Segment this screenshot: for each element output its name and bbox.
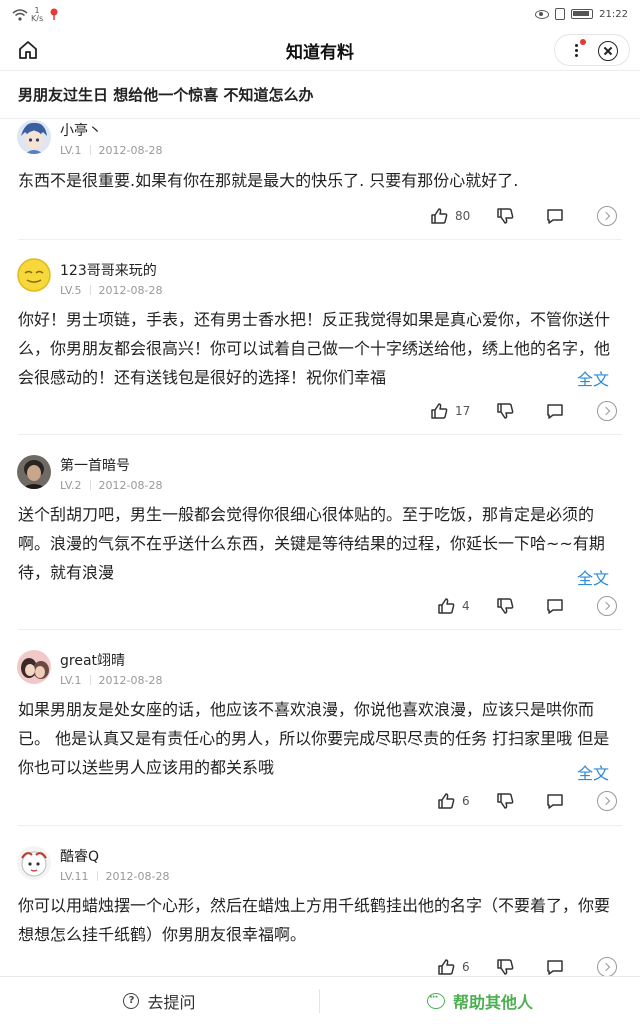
- user-level: LV.2: [60, 479, 82, 492]
- full-text-link[interactable]: 全文: [573, 760, 610, 784]
- user-meta: LV.1 2012-08-28: [60, 674, 162, 687]
- thumbs-down-icon[interactable]: [496, 207, 514, 225]
- clock: 21:22: [599, 8, 628, 20]
- answer-actions: 4: [0, 595, 640, 619]
- thumbs-down-icon[interactable]: [496, 597, 514, 615]
- wifi-icon: [12, 9, 28, 21]
- comment-icon[interactable]: [546, 597, 564, 615]
- answer-text[interactable]: 如果男朋友是处女座的话，他应该不喜欢浪漫，你说他喜欢浪漫，应该只是哄你而已。 他…: [18, 695, 622, 782]
- avatar[interactable]: [17, 455, 51, 489]
- ask-question-button[interactable]: ? 去提问: [0, 977, 319, 1024]
- user-meta: LV.1 2012-08-28: [60, 144, 162, 157]
- like-count: 6: [462, 794, 470, 808]
- text-fade: [503, 364, 573, 390]
- user-level: LV.11: [60, 870, 89, 883]
- avatar[interactable]: [17, 846, 51, 880]
- question-icon: ?: [123, 993, 140, 1009]
- user-level: LV.5: [60, 284, 82, 297]
- answer-text[interactable]: 你可以用蜡烛摆一个心形，然后在蜡烛上方用千纸鹤挂出他的名字（不要着了，你要想想怎…: [18, 891, 622, 949]
- answer-date: 2012-08-28: [98, 284, 163, 297]
- notification-dot: [580, 39, 586, 45]
- close-icon[interactable]: [598, 41, 618, 61]
- vibrate-icon: [555, 8, 566, 20]
- like-count: 4: [462, 599, 470, 613]
- bottom-bar: ? 去提问 帮助其他人: [0, 976, 640, 1024]
- thumbs-up-icon[interactable]: [437, 597, 455, 615]
- chevron-right-icon[interactable]: [597, 206, 617, 226]
- user-meta: LV.5 2012-08-28: [60, 284, 162, 297]
- thumbs-up-icon[interactable]: [437, 958, 455, 976]
- avatar[interactable]: [17, 120, 51, 154]
- divider: [18, 629, 622, 630]
- like-count: 17: [455, 404, 471, 418]
- divider: [0, 70, 640, 71]
- comment-icon[interactable]: [546, 207, 564, 225]
- battery-icon: [571, 9, 594, 19]
- answer-actions: 80: [0, 205, 640, 229]
- answer-date: 2012-08-28: [98, 674, 163, 687]
- location-icon: [50, 8, 58, 20]
- comment-icon[interactable]: [546, 792, 564, 810]
- user-meta: LV.11 2012-08-28: [60, 870, 169, 883]
- answer-date: 2012-08-28: [105, 870, 170, 883]
- comment-icon[interactable]: [546, 402, 564, 420]
- avatar[interactable]: [17, 258, 51, 292]
- full-text-link[interactable]: 全文: [573, 565, 610, 589]
- question-title: 男朋友过生日 想给他一个惊喜 不知道怎么办: [18, 86, 314, 104]
- answer-actions: 17: [0, 400, 640, 424]
- user-meta: LV.2 2012-08-28: [60, 479, 162, 492]
- avatar[interactable]: [17, 650, 51, 684]
- status-bar: 1 K/s 21:22: [0, 0, 640, 30]
- like-count: 6: [462, 960, 470, 974]
- more-icon[interactable]: [573, 42, 579, 60]
- divider: [18, 434, 622, 435]
- help-others-button[interactable]: 帮助其他人: [320, 977, 640, 1024]
- network-speed: 1 K/s: [31, 6, 44, 23]
- eye-comfort-icon: [535, 9, 550, 19]
- chevron-right-icon[interactable]: [597, 791, 617, 811]
- divider: [18, 825, 622, 826]
- full-text-link[interactable]: 全文: [573, 366, 610, 390]
- thumbs-down-icon[interactable]: [496, 402, 514, 420]
- username[interactable]: 第一首暗号: [60, 455, 130, 475]
- username[interactable]: 小亭丶: [60, 120, 102, 140]
- username[interactable]: 123哥哥来玩的: [60, 260, 157, 280]
- divider: [0, 118, 640, 119]
- chevron-right-icon[interactable]: [597, 957, 617, 977]
- comment-icon[interactable]: [546, 958, 564, 976]
- answer-text[interactable]: 送个刮胡刀吧，男生一般都会觉得你很细心很体贴的。至于吃饭，那肯定是必须的啊。浪漫…: [18, 500, 622, 587]
- help-label: 帮助其他人: [452, 993, 533, 1012]
- thumbs-down-icon[interactable]: [496, 792, 514, 810]
- username[interactable]: great翊晴: [60, 650, 125, 670]
- divider: [18, 239, 622, 240]
- username[interactable]: 酷睿Q: [60, 846, 99, 866]
- thumbs-up-icon[interactable]: [430, 207, 448, 225]
- like-count: 80: [455, 209, 471, 223]
- user-level: LV.1: [60, 674, 82, 687]
- page-title: 知道有料: [286, 43, 354, 63]
- ask-label: 去提问: [147, 993, 196, 1012]
- app-header: 知道有料: [0, 30, 640, 70]
- answer-date: 2012-08-28: [98, 144, 163, 157]
- thumbs-down-icon[interactable]: [496, 958, 514, 976]
- answer-actions: 6: [0, 790, 640, 814]
- chat-icon: [426, 992, 445, 1009]
- chevron-right-icon[interactable]: [597, 401, 617, 421]
- thumbs-up-icon[interactable]: [430, 402, 448, 420]
- answer-date: 2012-08-28: [98, 479, 163, 492]
- thumbs-up-icon[interactable]: [437, 792, 455, 810]
- mini-program-capsule: [554, 34, 630, 66]
- chevron-right-icon[interactable]: [597, 596, 617, 616]
- answer-text[interactable]: 东西不是很重要.如果有你在那就是最大的快乐了. 只要有那份心就好了.: [18, 166, 622, 195]
- user-level: LV.1: [60, 144, 82, 157]
